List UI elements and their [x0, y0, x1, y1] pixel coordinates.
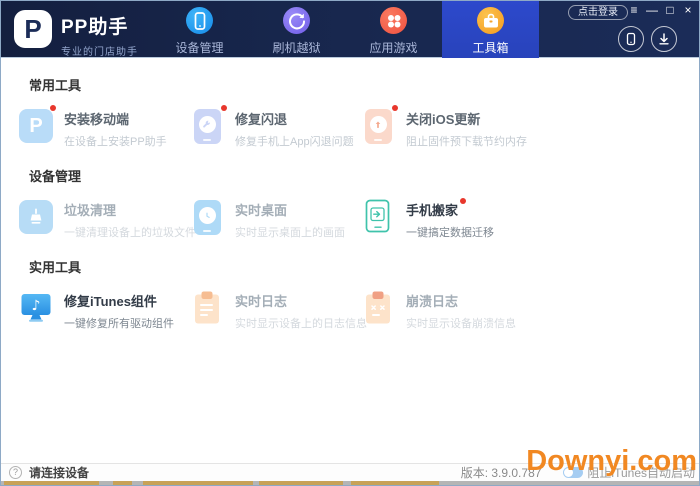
tool-close-ios-update[interactable]: 关闭iOS更新 阻止固件预下载节约内存	[360, 107, 531, 149]
tab-flash-jailbreak[interactable]: 刷机越狱	[248, 1, 345, 58]
tool-live-log[interactable]: 实时日志 实时显示设备上的日志信息	[189, 289, 360, 331]
itunes-toggle-label: 阻止iTunes自动启动	[587, 464, 695, 481]
tool-trash-clean[interactable]: 垃圾清理 一键清理设备上的垃圾文件	[18, 198, 189, 240]
apps-games-icon	[380, 7, 407, 34]
tool-title: 手机搬家	[406, 200, 494, 219]
app-window: P PP助手 专业的门店助手 设备管理 刷机越狱	[0, 0, 700, 486]
tool-title: 修复iTunes组件	[64, 291, 174, 310]
login-button[interactable]: 点击登录	[568, 5, 628, 20]
main-nav: 设备管理 刷机越狱 应用游戏 工具箱	[151, 1, 539, 58]
pp-logo-letter: P	[24, 16, 41, 42]
help-icon[interactable]: ?	[9, 466, 22, 479]
tool-title: 关闭iOS更新	[406, 109, 527, 128]
app-tagline: 专业的门店助手	[61, 43, 138, 58]
tool-title: 崩溃日志	[406, 291, 516, 310]
menu-icon[interactable]: ≡	[625, 2, 643, 19]
bottom-edge-artifact	[1, 481, 699, 485]
device-phone-icon	[186, 7, 213, 34]
notification-dot	[221, 105, 227, 111]
window-controls: ≡ — □ ×	[625, 2, 697, 19]
clipboard-log-icon	[193, 290, 221, 326]
tool-fix-itunes[interactable]: ♪ 修复iTunes组件 一键修复所有驱动组件	[18, 289, 189, 331]
brand-block: PP助手 专业的门店助手	[61, 12, 138, 58]
tool-subtitle: 一键清理设备上的垃圾文件	[64, 224, 196, 240]
notification-dot	[50, 105, 56, 111]
quick-buttons	[618, 26, 677, 52]
section-title: 实用工具	[29, 257, 699, 276]
close-icon[interactable]: ×	[679, 2, 697, 19]
device-screen-button[interactable]	[618, 26, 644, 52]
tool-fix-crash[interactable]: 修复闪退 修复手机上App闪退问题	[189, 107, 360, 149]
section-device-management: 设备管理 垃圾清理 一键清理设备上的垃圾文件	[1, 166, 699, 240]
tab-label: 工具箱	[472, 39, 508, 56]
tab-label: 刷机越狱	[272, 39, 320, 56]
tool-subtitle: 实时显示设备崩溃信息	[406, 315, 516, 331]
tool-title: 垃圾清理	[64, 200, 196, 219]
tool-subtitle: 在设备上安装PP助手	[64, 133, 167, 149]
pp-logo-icon: P	[19, 109, 53, 143]
status-bar: ? 请连接设备 版本: 3.9.0.787 阻止iTunes自动启动	[1, 463, 699, 481]
clock-phone-icon	[194, 200, 221, 235]
tool-live-desktop[interactable]: 实时桌面 实时显示桌面上的画面	[189, 198, 360, 240]
tab-device-management[interactable]: 设备管理	[151, 1, 248, 58]
tool-title: 实时桌面	[235, 200, 345, 219]
app-title: PP助手	[61, 12, 138, 39]
tab-apps-games[interactable]: 应用游戏	[345, 1, 442, 58]
broom-icon	[19, 200, 53, 234]
section-title: 常用工具	[29, 75, 699, 94]
tool-phone-move[interactable]: 手机搬家 一键搞定数据迁移	[360, 198, 531, 240]
clipboard-crash-icon	[364, 290, 392, 326]
tool-subtitle: 修复手机上App闪退问题	[235, 133, 354, 149]
itunes-autorun-toggle[interactable]	[563, 467, 583, 478]
tool-subtitle: 阻止固件预下载节约内存	[406, 133, 527, 149]
tool-title: 安装移动端	[64, 109, 167, 128]
tool-crash-log[interactable]: 崩溃日志 实时显示设备崩溃信息	[360, 289, 531, 331]
title-bar: P PP助手 专业的门店助手 设备管理 刷机越狱	[1, 1, 699, 58]
wrench-phone-icon	[194, 109, 221, 144]
svg-text:♪: ♪	[32, 298, 41, 314]
tab-label: 应用游戏	[369, 39, 417, 56]
upload-phone-icon	[365, 109, 392, 144]
maximize-icon[interactable]: □	[661, 2, 679, 19]
version-text: 版本: 3.9.0.787	[461, 464, 542, 481]
pp-logo: P	[14, 10, 52, 48]
tab-label: 设备管理	[175, 39, 223, 56]
flash-refresh-icon	[283, 7, 310, 34]
section-utility-tools: 实用工具 ♪ 修复iTunes组件 一键修复所有驱动组	[1, 257, 699, 331]
tool-title: 修复闪退	[235, 109, 354, 128]
download-center-button[interactable]	[651, 26, 677, 52]
tool-subtitle: 实时显示桌面上的画面	[235, 224, 345, 240]
notification-dot	[460, 198, 466, 204]
tool-subtitle: 一键搞定数据迁移	[406, 224, 494, 240]
toolbox-panel: 常用工具 P 安装移动端 在设备上安装PP助手	[1, 59, 699, 464]
section-title: 设备管理	[29, 166, 699, 185]
tool-install-mobile[interactable]: P 安装移动端 在设备上安装PP助手	[18, 107, 189, 149]
tab-toolbox[interactable]: 工具箱	[442, 1, 539, 58]
toolbox-icon	[477, 7, 504, 34]
tool-subtitle: 一键修复所有驱动组件	[64, 315, 174, 331]
tool-subtitle: 实时显示设备上的日志信息	[235, 315, 367, 331]
move-phone-icon	[365, 199, 391, 235]
notification-dot	[392, 105, 398, 111]
device-status-text: 请连接设备	[29, 464, 89, 481]
minimize-icon[interactable]: —	[643, 2, 661, 19]
section-common-tools: 常用工具 P 安装移动端 在设备上安装PP助手	[1, 75, 699, 149]
tool-title: 实时日志	[235, 291, 367, 310]
itunes-monitor-icon: ♪	[19, 292, 53, 324]
